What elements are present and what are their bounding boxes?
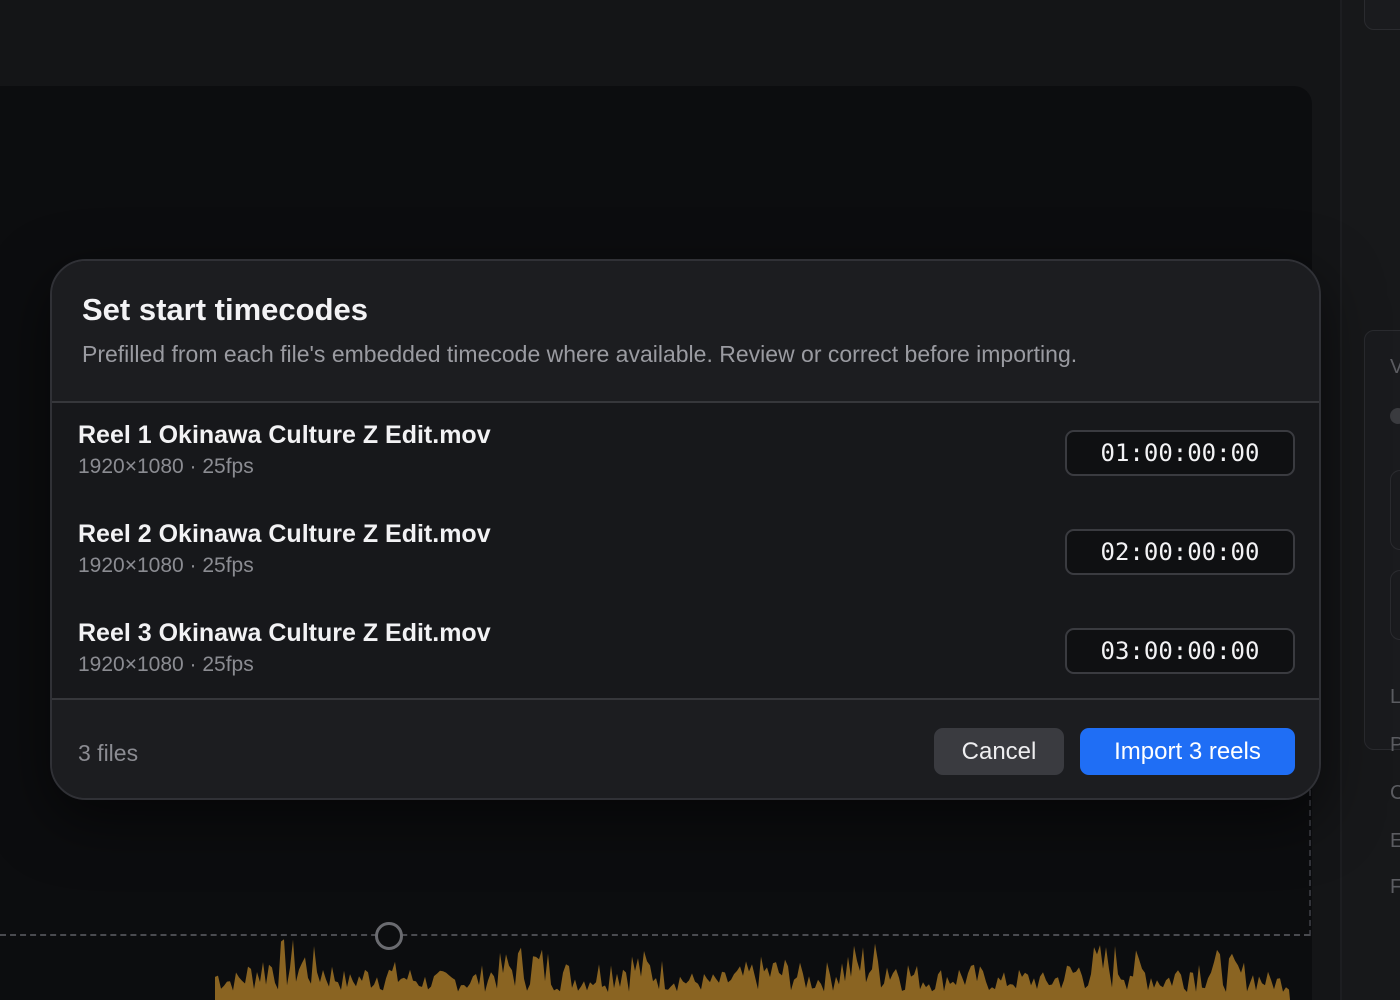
file-name: Reel 3 Okinawa Culture Z Edit.mov (78, 619, 491, 647)
inspector-panel: V L P C E F (1342, 0, 1400, 1000)
audio-waveform[interactable] (0, 930, 1310, 1000)
dialog-footer: 3 files Cancel Import 3 reels (52, 698, 1319, 798)
dialog-header: Set start timecodes Prefilled from each … (52, 261, 1319, 403)
set-timecodes-dialog: Set start timecodes Prefilled from each … (50, 259, 1321, 800)
inspector-field[interactable] (1390, 470, 1400, 550)
dialog-subtitle: Prefilled from each file's embedded time… (82, 341, 1078, 367)
dialog-title: Set start timecodes (82, 292, 368, 327)
inspector-field[interactable] (1390, 570, 1400, 640)
file-count: 3 files (78, 740, 139, 766)
file-name: Reel 2 Okinawa Culture Z Edit.mov (78, 520, 491, 548)
top-bar (0, 0, 1340, 86)
file-name: Reel 1 Okinawa Culture Z Edit.mov (78, 421, 491, 449)
file-row: Reel 1 Okinawa Culture Z Edit.mov 1920×1… (52, 403, 1319, 502)
app-window: V L P C E F Set start timecodes Prefille… (0, 0, 1400, 1000)
file-meta: 1920×1080 · 25fps (78, 455, 254, 478)
inspector-card (1364, 0, 1400, 30)
timecode-input[interactable] (1065, 529, 1295, 575)
cancel-button[interactable]: Cancel (934, 728, 1064, 775)
import-button[interactable]: Import 3 reels (1080, 728, 1295, 775)
inspector-label: E (1390, 830, 1400, 852)
file-row: Reel 2 Okinawa Culture Z Edit.mov 1920×1… (52, 502, 1319, 601)
inspector-label: L (1390, 686, 1400, 708)
file-row: Reel 3 Okinawa Culture Z Edit.mov 1920×1… (52, 601, 1319, 700)
inspector-label: C (1390, 782, 1400, 804)
waveform-shape (215, 939, 1290, 1000)
timecode-input[interactable] (1065, 430, 1295, 476)
file-meta: 1920×1080 · 25fps (78, 554, 254, 577)
inspector-label: P (1390, 734, 1400, 756)
inspector-label: F (1390, 876, 1400, 898)
inspector-label: V (1390, 356, 1400, 378)
playhead-handle[interactable] (375, 922, 403, 950)
inspector-toggle-icon[interactable] (1390, 408, 1400, 424)
file-meta: 1920×1080 · 25fps (78, 653, 254, 676)
timecode-input[interactable] (1065, 628, 1295, 674)
